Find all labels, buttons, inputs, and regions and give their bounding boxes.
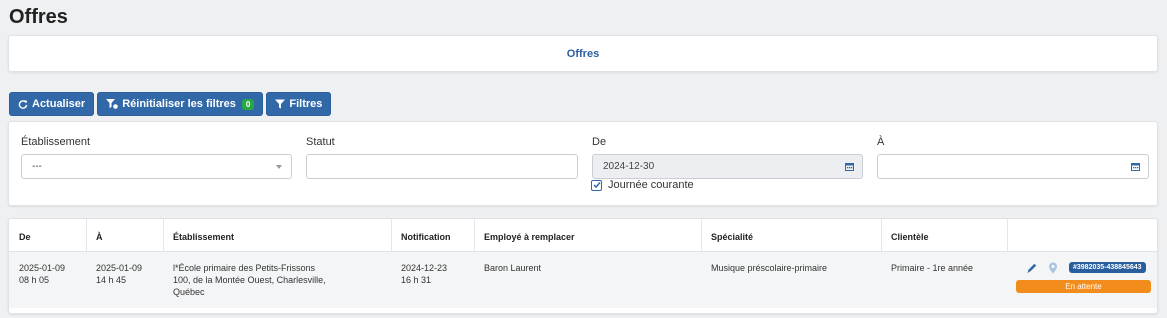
etablissement-label: Établissement [21,136,91,148]
cell-a: 2025-01-09 14 h 45 [96,262,142,286]
cell-etablissement-name: l*École primaire des Petits-Frissons [173,263,316,273]
etablissement-select[interactable]: --- [21,154,292,179]
a-date-field[interactable] [877,154,1149,179]
cell-notification: 2024-12-23 16 h 31 [401,262,447,286]
calendar-icon[interactable] [1131,162,1140,174]
filters-button[interactable]: Filtres [266,92,332,116]
row-actions [1026,261,1058,279]
map-pin-icon[interactable] [1048,261,1058,279]
reset-filters-button[interactable]: Réinitialiser les filtres 0 [97,92,264,116]
a-label: À [877,136,885,148]
de-date-field[interactable]: 2024-12-30 [592,154,863,179]
statut-input[interactable] [306,154,578,179]
cell-clientele: Primaire - 1re année [891,263,974,273]
de-value: 2024-12-30 [603,161,655,172]
de-label: De [592,136,607,148]
cell-a-time: 14 h 45 [96,275,127,285]
journee-courante-checkbox-row[interactable]: Journée courante [591,179,694,191]
toolbar: Actualiser Réinitialiser les filtres 0 F… [9,92,332,116]
status-badge: En attente [1016,280,1151,293]
cell-de-date: 2025-01-09 [19,263,66,273]
cell-specialite: Musique préscolaire-primaire [711,263,828,273]
column-header-clientele[interactable]: Clientèle [891,232,929,242]
column-divider [701,219,702,252]
column-divider [1007,219,1008,252]
refresh-icon [18,99,28,109]
filter-panel: Établissement --- Statut De 2024-12-30 J… [8,121,1158,206]
pencil-icon[interactable] [1026,261,1038,279]
cell-de: 2025-01-09 08 h 05 [19,262,65,286]
offer-id-badge[interactable]: #3982035-438845643 [1069,262,1146,273]
cell-employe: Baron Laurent [484,263,542,273]
column-header-employe[interactable]: Employé à remplacer [484,232,575,242]
column-header-a[interactable]: À [96,232,103,242]
journee-courante-checkbox[interactable] [591,179,602,191]
refresh-button[interactable]: Actualiser [9,92,95,116]
cell-de-time: 08 h 05 [19,275,50,285]
column-header-de[interactable]: De [19,232,31,242]
checkmark-icon [592,182,601,189]
offres-table: De À Établissement Notification Employé … [8,218,1158,314]
column-header-notification[interactable]: Notification [401,232,451,242]
calendar-icon[interactable] [845,162,854,174]
cell-etablissement-province: Québec [173,287,205,297]
page-title: Offres [9,6,68,28]
tab-bar: Offres [8,35,1158,72]
cell-a-date: 2025-01-09 [96,263,143,273]
cell-notification-time: 16 h 31 [401,275,432,285]
chevron-down-icon [276,165,282,169]
cell-etablissement: l*École primaire des Petits-Frissons 100… [173,262,326,298]
reset-filters-label: Réinitialiser les filtres [122,98,236,110]
journee-courante-label: Journée courante [608,179,694,191]
column-divider [474,219,475,252]
statut-label: Statut [306,136,335,148]
filters-label: Filtres [289,98,323,110]
column-divider [391,219,392,252]
reset-filters-count-badge: 0 [241,98,255,110]
column-divider [163,219,164,252]
column-header-specialite[interactable]: Spécialité [711,232,753,242]
cell-etablissement-address: 100, de la Montée Ouest, Charlesville, [173,275,326,285]
column-divider [86,219,87,252]
etablissement-value: --- [32,161,42,172]
filter-icon [275,99,286,109]
refresh-label: Actualiser [32,98,86,110]
filter-reset-icon [106,99,119,109]
cell-notification-date: 2024-12-23 [401,263,448,273]
column-header-etablissement[interactable]: Établissement [173,232,234,242]
tab-offres[interactable]: Offres [9,48,1157,60]
column-divider [881,219,882,252]
